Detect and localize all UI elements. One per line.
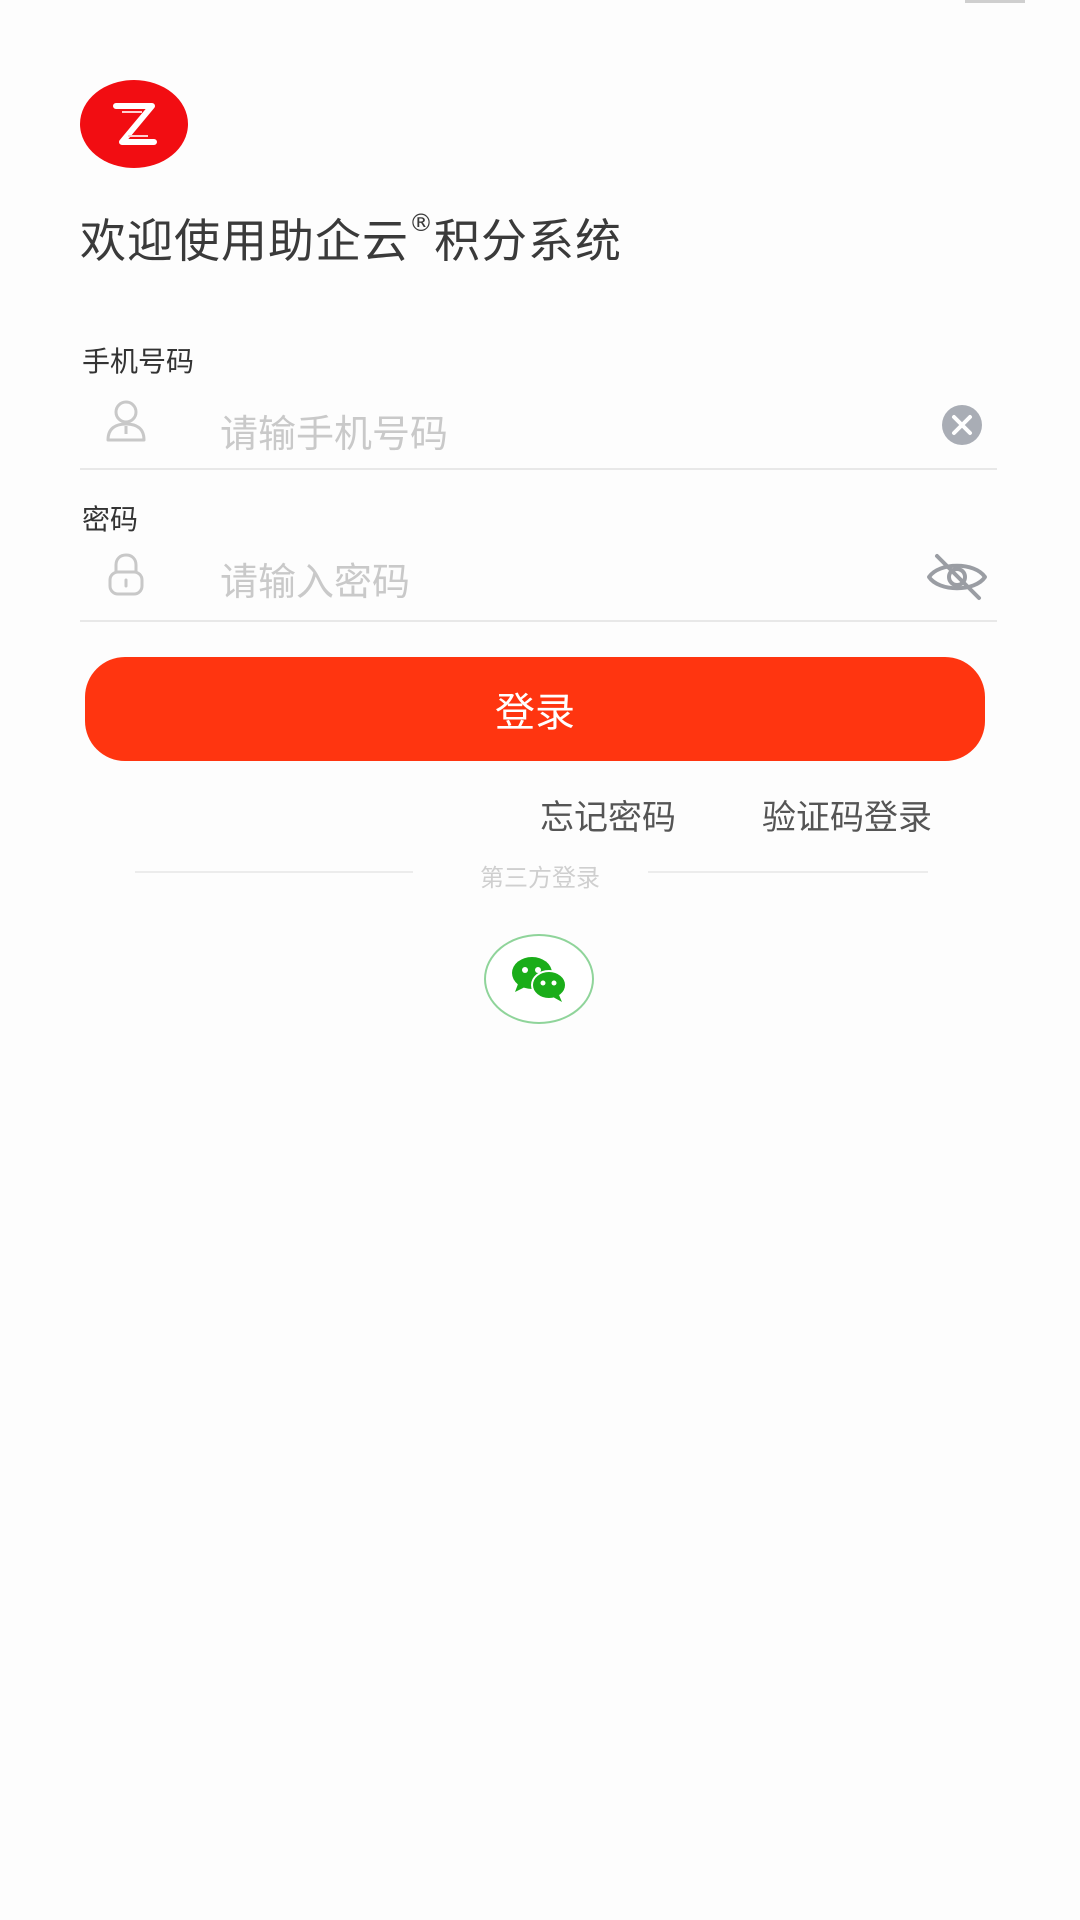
phone-field-row [80,390,997,470]
eye-off-icon[interactable] [925,550,989,604]
logo-z-icon [113,103,157,145]
sms-login-link[interactable]: 验证码登录 [762,790,932,839]
user-icon [102,396,150,444]
login-button[interactable]: 登录 [85,657,985,761]
phone-input[interactable] [220,404,860,464]
status-bar-indicator [965,0,1025,3]
password-field-row [80,540,997,622]
clear-icon[interactable] [935,398,989,452]
wechat-icon [512,957,567,1002]
welcome-title-suffix: 积分系统 [434,214,622,268]
password-input[interactable] [220,552,860,612]
wechat-login-button[interactable] [484,934,594,1024]
forgot-password-link[interactable]: 忘记密码 [540,790,676,839]
registered-mark: ® [409,209,434,237]
password-field-label: 密码 [82,503,139,536]
welcome-title-main: 欢迎使用助企云 [80,214,409,268]
phone-field-label: 手机号码 [82,345,195,378]
divider-right [648,871,928,873]
page-title: 欢迎使用助企云®积分系统 [80,205,622,271]
lock-icon [102,550,150,598]
third-party-login-label: 第三方登录 [480,864,600,892]
app-logo [80,80,188,168]
